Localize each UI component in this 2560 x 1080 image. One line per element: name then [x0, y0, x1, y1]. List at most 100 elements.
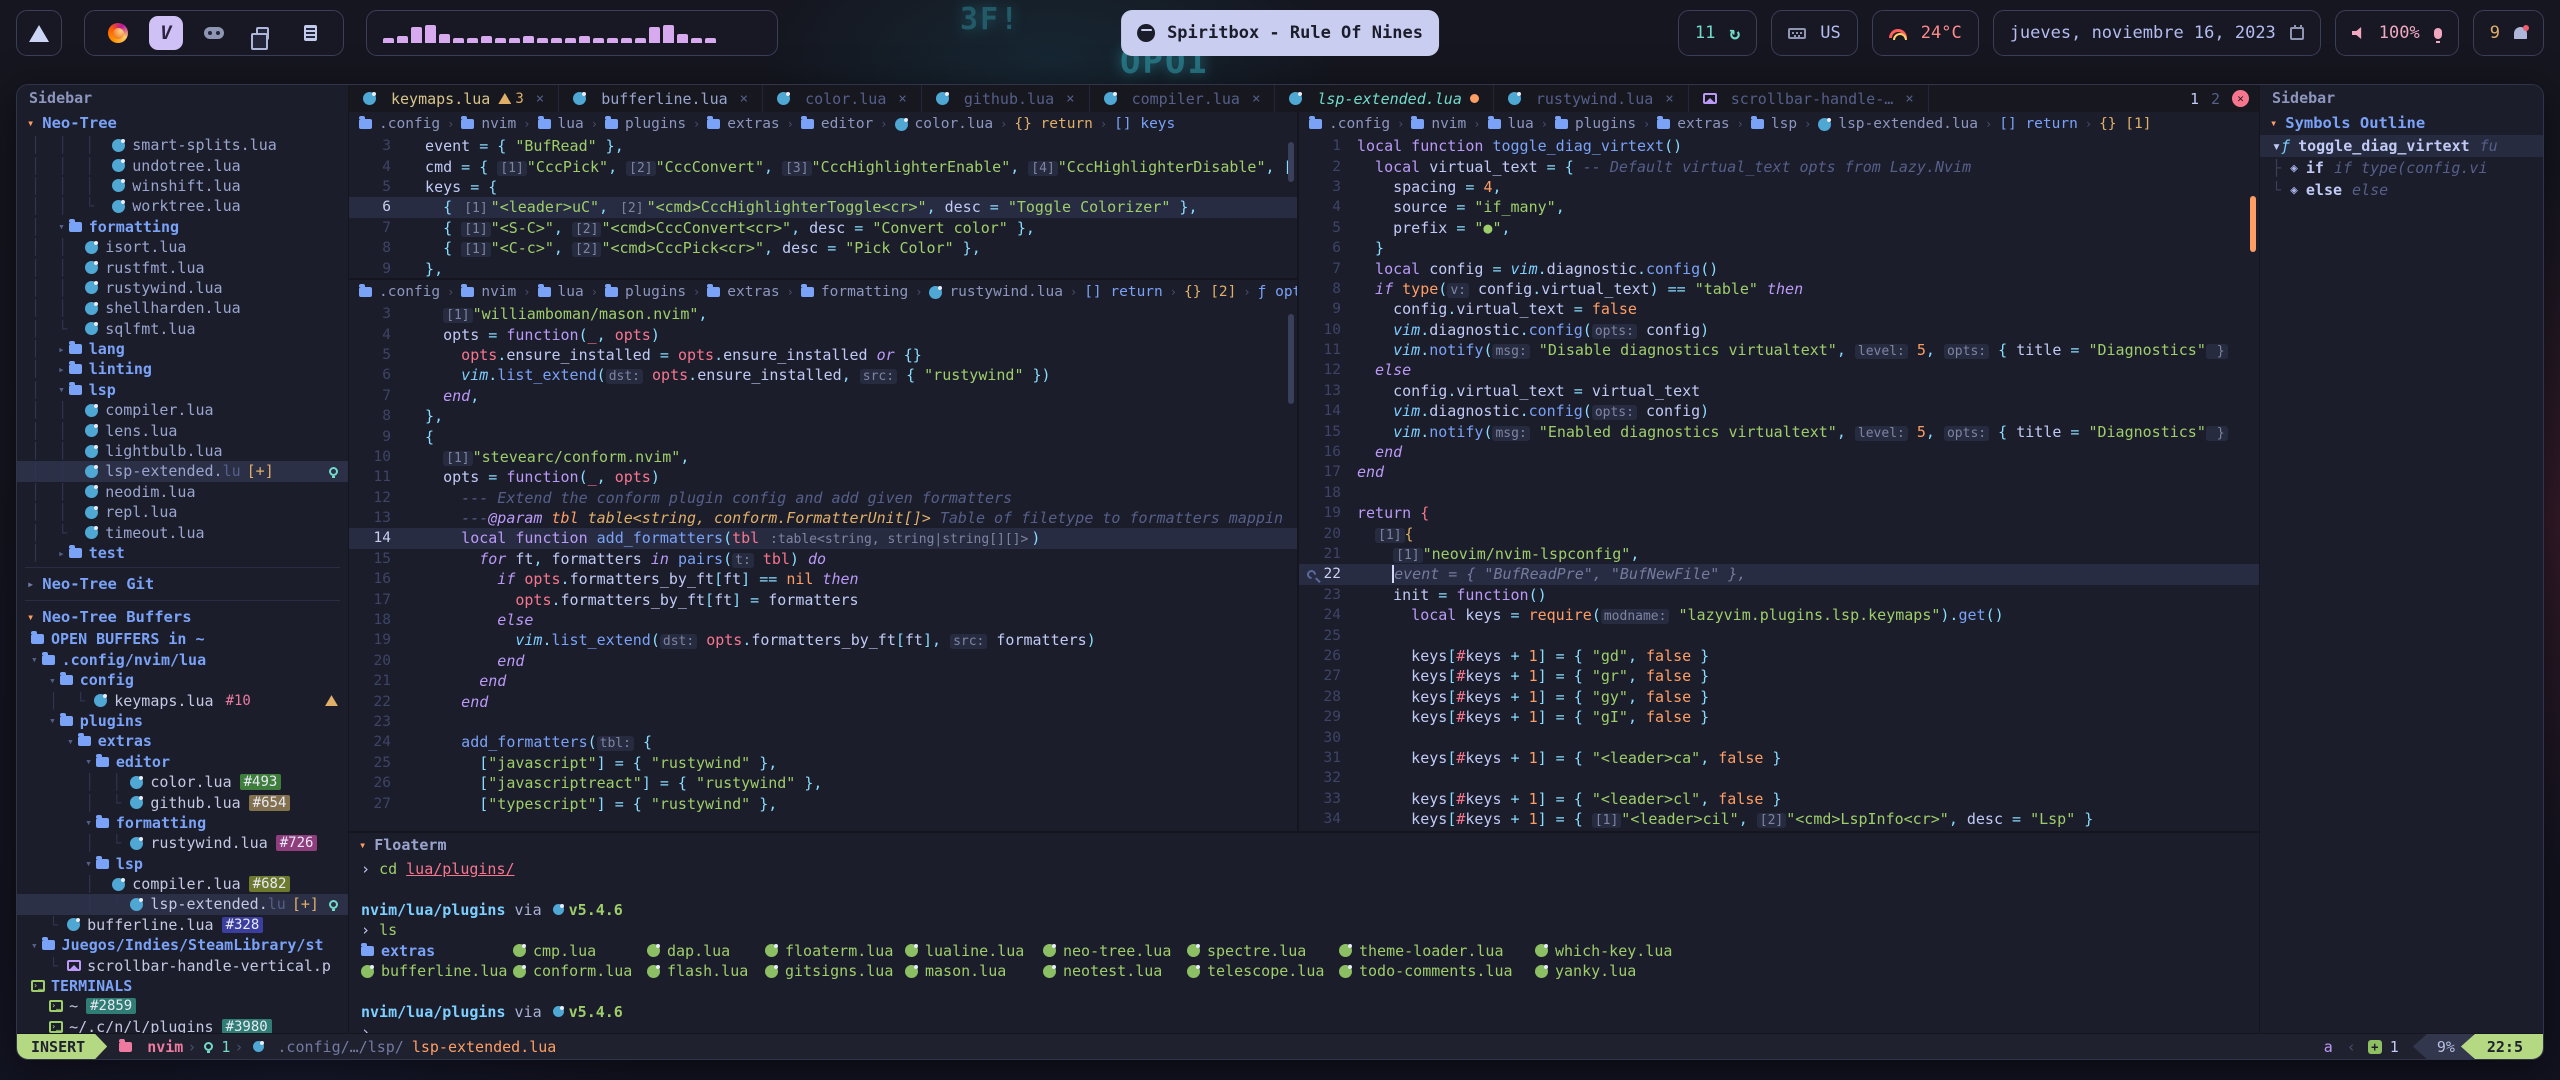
tree-item-test[interactable]: │ ▸test: [17, 543, 348, 563]
tree-item-undotree-lua[interactable]: │ │ │ undotree.lua: [17, 155, 348, 175]
tree-item-compiler-lua[interactable]: │ │ compiler.lua: [17, 400, 348, 420]
tree-item--config-nvim-lua[interactable]: ▾.config/nvim/lua: [17, 650, 348, 670]
tree-item-lang[interactable]: │ ▸lang: [17, 339, 348, 359]
close-icon[interactable]: ×: [740, 91, 748, 107]
updates-widget[interactable]: 11↻: [1678, 10, 1757, 56]
tree-item-open-buffers-in-[interactable]: OPEN BUFFERS in ~: [17, 629, 348, 649]
code-line-13: 13 config.virtual_text = virtual_text: [1299, 381, 2259, 401]
workspace-nvim[interactable]: V: [149, 16, 183, 50]
tree-item-formatting[interactable]: │ ▾formatting: [17, 217, 348, 237]
tree-item-formatting[interactable]: ▾formatting: [17, 813, 348, 833]
tree-item-shellharden-lua[interactable]: │ │ shellharden.lua: [17, 298, 348, 318]
tree-item-keymaps-lua[interactable]: │ └ keymaps.lua#10: [17, 690, 348, 710]
symbols-outline-header[interactable]: ▾ Symbols Outline: [2260, 111, 2543, 135]
launcher-button[interactable]: [16, 10, 62, 56]
tree-item-smart-splits-lua[interactable]: │ │ │ smart-splits.lua: [17, 135, 348, 155]
media-widget[interactable]: Spiritbox - Rule Of Nines: [1121, 10, 1439, 56]
close-icon[interactable]: ×: [536, 91, 544, 107]
tree-item-compiler-lua[interactable]: │ compiler.lua#682: [17, 874, 348, 894]
tree-item-lsp[interactable]: │ ▾lsp: [17, 380, 348, 400]
tree-item-lsp[interactable]: ▾lsp: [17, 854, 348, 874]
tree-item-winshift-lua[interactable]: │ │ │ winshift.lua: [17, 176, 348, 196]
tab-compiler-lua[interactable]: compiler.lua×: [1090, 85, 1276, 112]
section-header-neo-tree[interactable]: ▾Neo-Tree: [17, 111, 348, 135]
tabpage-2[interactable]: 2: [2211, 90, 2220, 108]
tree-item-linting[interactable]: │ ▸linting: [17, 359, 348, 379]
tree-item-terminals[interactable]: ›_TERMINALS: [17, 976, 348, 996]
tabpage-1[interactable]: 1: [2190, 90, 2199, 108]
workspace-windows[interactable]: [245, 16, 279, 50]
tab-scrollbar-handle-[interactable]: scrollbar-handle-… ×: [1689, 85, 1929, 112]
close-all-button[interactable]: ✕: [2232, 90, 2249, 107]
warn-icon: [325, 695, 338, 706]
notifications-widget[interactable]: 9: [2473, 10, 2544, 56]
tree-item-isort-lua[interactable]: │ │ isort.lua: [17, 237, 348, 257]
tree-item-github-lua[interactable]: │ └ github.lua#654: [17, 792, 348, 812]
line-number: 9: [1299, 301, 1357, 317]
tree-item--[interactable]: ›_~#2859: [17, 996, 348, 1016]
git-branch[interactable]: nvim: [147, 1038, 183, 1056]
editor-pane-color-lua[interactable]: .config›nvim›lua›plugins›extras›editor›c…: [349, 112, 1297, 280]
tree-item-lightbulb-lua[interactable]: │ │ lightbulb.lua: [17, 441, 348, 461]
symbol-item-else[interactable]: └ ◈elseelse: [2260, 179, 2543, 201]
cube-icon: ◈: [2290, 161, 2298, 176]
close-icon[interactable]: ×: [1066, 91, 1074, 107]
tab-github-lua[interactable]: github.lua×: [922, 85, 1090, 112]
tree-item-config[interactable]: ▾config: [17, 670, 348, 690]
tab-label: scrollbar-handle-…: [1731, 90, 1894, 108]
workspace-games[interactable]: [197, 16, 231, 50]
tree-item-lsp-extended-[interactable]: │ └ lsp-extended.lu[+]: [17, 894, 348, 914]
tab-bufferline-lua[interactable]: bufferline.lua×: [559, 85, 763, 112]
tree-item-plugins[interactable]: ▾plugins: [17, 711, 348, 731]
close-icon[interactable]: ×: [898, 91, 906, 107]
section-header-neo-tree-git[interactable]: ▸Neo-Tree Git: [17, 572, 348, 596]
tree-item-juegos-indies-steamlibrary-st[interactable]: ▾Juegos/Indies/SteamLibrary/st: [17, 935, 348, 955]
workspace-firefox[interactable]: [101, 16, 135, 50]
tree-item-rustfmt-lua[interactable]: │ │ rustfmt.lua: [17, 257, 348, 277]
tree-item-extras[interactable]: ▾extras: [17, 731, 348, 751]
line-number: 24: [1299, 607, 1357, 623]
breadcrumb: .config›nvim›lua›plugins›extras›editor›c…: [349, 112, 1297, 136]
tree-item-repl-lua[interactable]: │ │ repl.lua: [17, 502, 348, 522]
editor-pane-lsp-extended-lua[interactable]: .config›nvim›lua›plugins›extras›lsp›lsp-…: [1299, 112, 2259, 831]
tree-item-rustywind-lua[interactable]: │ └ rustywind.lua#726: [17, 833, 348, 853]
weather-widget[interactable]: 24°C: [1872, 10, 1979, 56]
tab-lsp-extended-lua[interactable]: lsp-extended.lua: [1275, 85, 1494, 112]
tree-item-bufferline-lua[interactable]: └ bufferline.lua#328: [17, 915, 348, 935]
tree-item-scrollbar-handle-vertical-p[interactable]: └ scrollbar-handle-vertical.p: [17, 955, 348, 975]
symbol-item-toggle_diag_virtext[interactable]: ▾ƒtoggle_diag_virtextfu: [2260, 135, 2543, 157]
close-icon[interactable]: ×: [1665, 91, 1673, 107]
scrollbar-handle[interactable]: [1288, 142, 1294, 182]
tree-item-neodim-lua[interactable]: │ │ neodim.lua: [17, 482, 348, 502]
tree-item-sqlfmt-lua[interactable]: │ └ sqlfmt.lua: [17, 319, 348, 339]
close-icon[interactable]: ×: [1252, 91, 1260, 107]
tree-item-lens-lua[interactable]: │ │ lens.lua: [17, 420, 348, 440]
visualizer-bar: [495, 38, 506, 43]
floaterm-header[interactable]: ▾ Floaterm: [349, 833, 2259, 857]
tree-item-lsp-extended-[interactable]: │ │ lsp-extended.lu[+]: [17, 461, 348, 481]
lua-icon: [112, 139, 125, 152]
tab-rustywind-lua[interactable]: rustywind.lua×: [1494, 85, 1689, 112]
tree-item-editor[interactable]: ▾editor: [17, 752, 348, 772]
symbol-item-if[interactable]: ├ ◈ifif type(config.vi: [2260, 157, 2543, 179]
visualizer-bar: [691, 38, 702, 43]
tree-item-timeout-lua[interactable]: │ └ timeout.lua: [17, 522, 348, 542]
tree-item-worktree-lua[interactable]: │ │ └ worktree.lua: [17, 196, 348, 216]
code-line-23: 23 init = function(): [1299, 585, 2259, 605]
tree-item--c-n-l-plugins[interactable]: ›_~/.c/n/l/plugins#3980: [17, 1017, 348, 1033]
terminal[interactable]: › cd lua/plugins/nvim/lua/plugins via v5…: [349, 857, 2259, 1033]
clock-widget[interactable]: jueves, noviembre 16, 2023: [1993, 10, 2321, 56]
close-icon[interactable]: ×: [1905, 91, 1913, 107]
editor-pane-rustywind-lua[interactable]: .config›nvim›lua›plugins›extras›formatti…: [349, 280, 1297, 831]
tab-keymaps-lua[interactable]: keymaps.lua3×: [349, 85, 559, 112]
tree-item-rustywind-lua[interactable]: │ │ rustywind.lua: [17, 278, 348, 298]
scrollbar-handle[interactable]: [1288, 314, 1294, 404]
keyboard-layout-widget[interactable]: US: [1771, 10, 1857, 56]
tab-color-lua[interactable]: color.lua×: [763, 85, 922, 112]
scrollbar-handle[interactable]: [2250, 196, 2256, 252]
tree-item-color-lua[interactable]: │ │ color.lua#493: [17, 772, 348, 792]
workspace-docs[interactable]: [293, 16, 327, 50]
audio-widget[interactable]: 100%: [2335, 10, 2459, 56]
section-header-neo-tree-buffers[interactable]: ▾Neo-Tree Buffers: [17, 605, 348, 629]
section-title: Neo-Tree Git: [42, 575, 154, 593]
